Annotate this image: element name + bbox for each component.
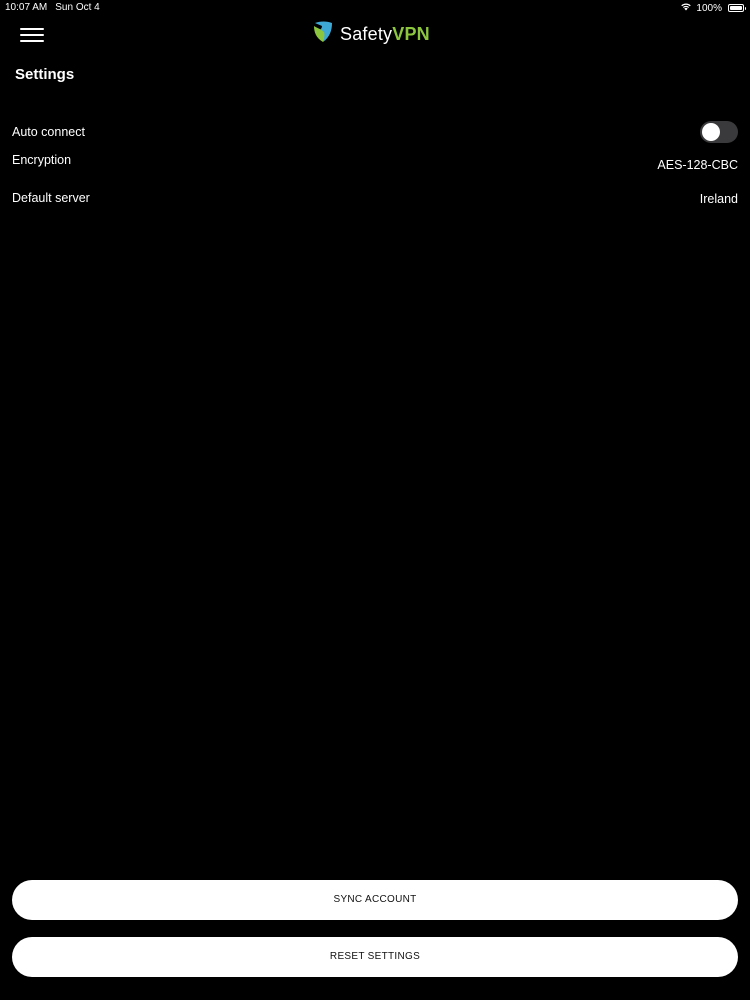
status-bar: 10:07 AM Sun Oct 4 100% <box>0 0 750 16</box>
battery-fill <box>730 6 742 10</box>
brand-name: SafetyVPN <box>340 24 430 45</box>
auto-connect-toggle[interactable] <box>700 121 738 143</box>
app-header: SafetyVPN <box>0 18 750 50</box>
sync-account-button[interactable]: SYNC ACCOUNT <box>12 880 738 920</box>
status-time: 10:07 AM <box>5 2 48 13</box>
reset-settings-button[interactable]: RESET SETTINGS <box>12 937 738 977</box>
setting-row-auto-connect: Auto connect <box>12 115 738 151</box>
page-title: Settings <box>15 66 75 83</box>
setting-row-default-server[interactable]: Default server Ireland <box>12 187 738 223</box>
status-right: 100% <box>680 2 746 14</box>
wifi-icon <box>680 2 692 14</box>
encryption-label: Encryption <box>12 153 72 167</box>
shield-logo-icon <box>312 20 334 49</box>
brand-name-part2: VPN <box>392 24 430 44</box>
status-date: Sun Oct 4 <box>55 2 100 13</box>
settings-list: Auto connect Encryption AES-128-CBC Defa… <box>12 115 738 223</box>
status-left: 10:07 AM Sun Oct 4 <box>5 2 100 13</box>
brand-name-part1: Safety <box>340 24 393 44</box>
toggle-knob <box>702 123 720 141</box>
hamburger-menu-icon[interactable] <box>20 26 46 44</box>
default-server-value: Ireland <box>699 192 738 206</box>
battery-percent: 100% <box>696 2 722 14</box>
encryption-value: AES-128-CBC <box>657 158 738 172</box>
app-logo: SafetyVPN <box>312 20 430 49</box>
setting-row-encryption[interactable]: Encryption AES-128-CBC <box>12 151 738 187</box>
auto-connect-label: Auto connect <box>12 125 85 139</box>
default-server-label: Default server <box>12 191 90 205</box>
battery-icon <box>728 4 746 12</box>
